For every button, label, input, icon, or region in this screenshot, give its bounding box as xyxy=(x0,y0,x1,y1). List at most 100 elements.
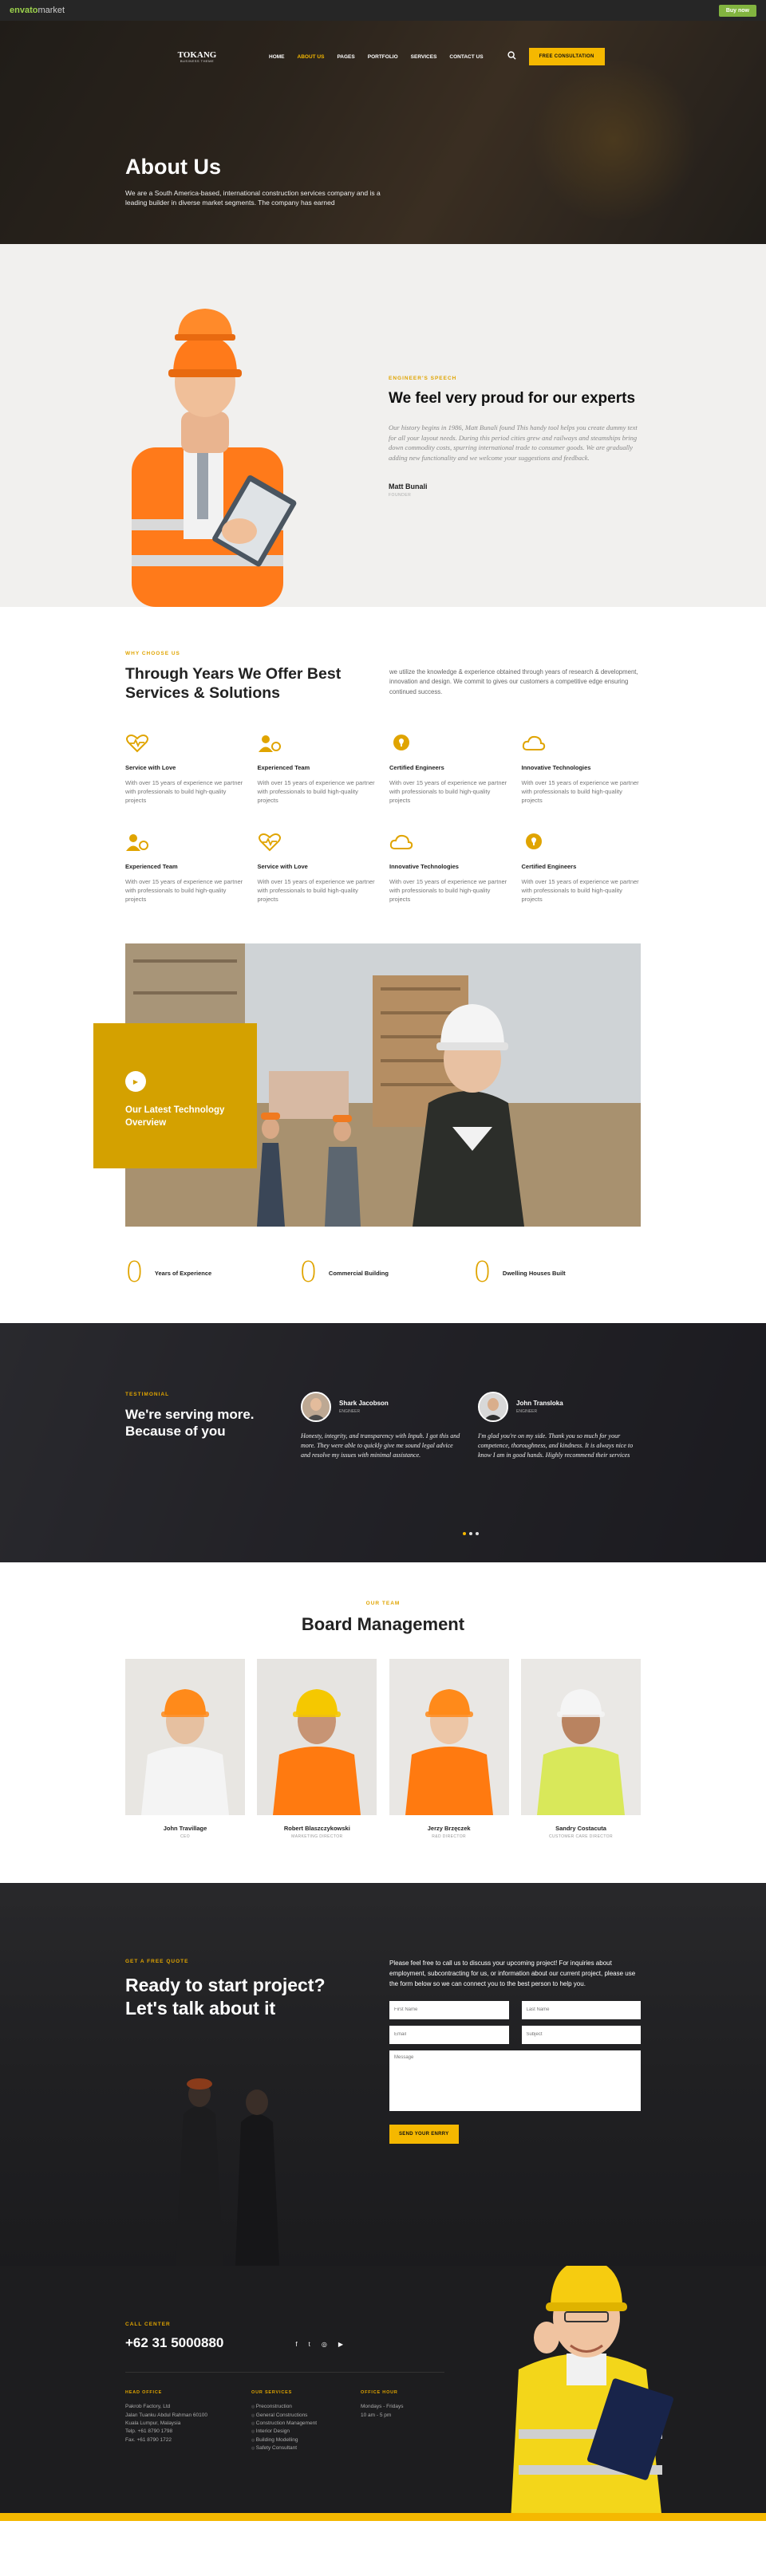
footer-service-link[interactable]: Preconstruction xyxy=(251,2403,317,2411)
counter-value: 0 xyxy=(473,1256,492,1290)
buy-now-button[interactable]: Buy now xyxy=(718,4,756,17)
instagram-icon[interactable]: ◎ xyxy=(322,2341,327,2348)
testimonial-card: John Transloka ENGINEER I'm glad you're … xyxy=(478,1392,638,1460)
team-member[interactable]: Sandry Costacuta CUSTOMER CARE DIRECTOR xyxy=(520,1659,641,1839)
counter-label: Dwelling Houses Built xyxy=(502,1269,566,1277)
address-line: Jalan Tuanku Abdul Rahman 60100 xyxy=(125,2412,207,2418)
free-consultation-button[interactable]: FREE CONSULTATION xyxy=(528,48,605,65)
service-title[interactable]: Experienced Team xyxy=(258,764,377,771)
team-member-photo xyxy=(389,1659,509,1816)
office-days: Mondays - Fridays xyxy=(361,2404,404,2410)
carousel-dot[interactable] xyxy=(463,1532,466,1536)
twitter-icon[interactable]: t xyxy=(309,2341,310,2348)
heart-pulse-icon xyxy=(258,833,282,852)
site-logo[interactable]: TOKANG BUSINESS THEME xyxy=(125,50,269,63)
carousel-dot[interactable] xyxy=(476,1532,479,1536)
quote-intro: Please feel free to call us to discuss y… xyxy=(389,1960,636,1987)
service-text: With over 15 years of experience we part… xyxy=(389,877,507,904)
nav-portfolio[interactable]: PORTFOLIO xyxy=(368,54,398,60)
last-name-field[interactable] xyxy=(521,2000,641,2019)
youtube-icon[interactable]: ▶ xyxy=(338,2341,343,2348)
service-text: With over 15 years of experience we part… xyxy=(521,778,639,805)
counter-value: 0 xyxy=(125,1256,144,1290)
footer-service-link[interactable]: General Constructions xyxy=(251,2412,317,2420)
footer-service-link[interactable]: Interior Design xyxy=(251,2428,317,2436)
team-member[interactable]: Robert Blaszczykowski MARKETING DIRECTOR xyxy=(257,1659,377,1839)
service-item: Certified Engineers With over 15 years of… xyxy=(389,734,509,805)
quote-section: GET A FREE QUOTE Ready to start project?… xyxy=(0,1883,766,2267)
quote-title: Ready to start project? Let's talk about… xyxy=(125,1975,326,2019)
engineer-speech-section: ENGINEER'S SPEECH We feel very proud for… xyxy=(0,244,766,607)
call-center-label: CALL CENTER xyxy=(125,2322,171,2328)
subject-field[interactable] xyxy=(521,2025,641,2044)
service-item: Innovative Technologies With over 15 year… xyxy=(389,833,509,904)
video-card: ▶ Our Latest Technology Overview xyxy=(93,1023,257,1169)
service-title[interactable]: Service with Love xyxy=(258,863,377,870)
phone-number[interactable]: +62 31 5000880 xyxy=(125,2335,223,2351)
counter-commercial: 0 Commercial Building xyxy=(299,1258,467,1287)
footer-service-link[interactable]: Safety Consultant xyxy=(251,2444,317,2452)
service-text: With over 15 years of experience we part… xyxy=(521,877,639,904)
nav-about-us[interactable]: ABOUT US xyxy=(298,54,325,60)
service-title[interactable]: Innovative Technologies xyxy=(389,863,509,870)
services-grid: Service with Love With over 15 years of e… xyxy=(125,734,641,904)
testimonial-list: Shark Jacobson ENGINEER Honesty, integri… xyxy=(301,1392,638,1460)
service-item: Service with Love With over 15 years of e… xyxy=(258,833,377,904)
team-member-photo xyxy=(520,1659,641,1816)
quote-form: Please feel free to call us to discuss y… xyxy=(389,1959,641,2144)
service-title[interactable]: Certified Engineers xyxy=(522,863,642,870)
counter-years: 0 Years of Experience xyxy=(125,1258,293,1287)
footer-service-link[interactable]: Building Modelling xyxy=(251,2436,317,2444)
service-title[interactable]: Certified Engineers xyxy=(389,764,509,771)
team-member[interactable]: John Travillage CEO xyxy=(125,1659,245,1839)
hero-text: We are a South America-based, internatio… xyxy=(125,189,381,207)
counter-dwelling: 0 Dwelling Houses Built xyxy=(473,1258,641,1287)
service-title[interactable]: Service with Love xyxy=(125,764,245,771)
nav-pages[interactable]: PAGES xyxy=(337,54,354,60)
service-text: With over 15 years of experience we part… xyxy=(257,877,375,904)
service-text: With over 15 years of experience we part… xyxy=(125,877,243,904)
carousel-dot[interactable] xyxy=(469,1532,472,1536)
speech-text: ENGINEER'S SPEECH We feel very proud for… xyxy=(389,376,644,498)
nav-contact-us[interactable]: CONTACT US xyxy=(449,54,483,60)
service-text: With over 15 years of experience we part… xyxy=(257,778,375,805)
lightbulb-icon xyxy=(522,833,546,852)
service-title[interactable]: Innovative Technologies xyxy=(522,764,642,771)
first-name-field[interactable] xyxy=(389,2000,509,2019)
services-intro: we utilize the knowledge & experience ob… xyxy=(389,668,638,695)
search-icon[interactable] xyxy=(507,51,516,62)
cloud-icon xyxy=(522,734,546,753)
counter-value: 0 xyxy=(299,1256,318,1290)
play-icon[interactable]: ▶ xyxy=(125,1071,146,1093)
address-line: Fax. +61 8790 1722 xyxy=(125,2436,172,2443)
nav-services[interactable]: SERVICES xyxy=(411,54,437,60)
head-office-address: Pakrob Factory, Ltd Jalan Tuanku Abdul R… xyxy=(125,2403,207,2444)
nav-home[interactable]: HOME xyxy=(269,54,285,60)
head-office-title: HEAD OFFICE xyxy=(125,2390,163,2396)
cloud-icon xyxy=(389,833,413,852)
facebook-icon[interactable]: f xyxy=(295,2341,297,2348)
team-member[interactable]: Jerzy Brzęczek R&D DIRECTOR xyxy=(389,1659,509,1839)
message-field[interactable] xyxy=(389,2050,641,2111)
service-item: Service with Love With over 15 years of e… xyxy=(125,734,245,805)
team-icon xyxy=(125,833,149,852)
brand-tagline: BUSINESS THEME xyxy=(180,58,215,63)
service-item: Innovative Technologies With over 15 year… xyxy=(522,734,642,805)
speech-author-role: FOUNDER xyxy=(389,492,412,498)
envato-logo-sub: market xyxy=(38,6,65,15)
services-title: Through Years We Offer Best Services & S… xyxy=(125,665,342,703)
testimonial-name: John Transloka xyxy=(516,1400,563,1408)
email-field[interactable] xyxy=(389,2025,509,2044)
service-title[interactable]: Experienced Team xyxy=(125,863,245,870)
service-item: Certified Engineers With over 15 years of… xyxy=(522,833,642,904)
testimonial-section: TESTIMONIAL We're serving more. Because … xyxy=(0,1323,766,1563)
send-button[interactable]: SEND YOUR ENRRY xyxy=(389,2124,459,2144)
envato-logo[interactable]: envatomarket xyxy=(10,6,65,15)
service-text: With over 15 years of experience we part… xyxy=(389,778,507,805)
speech-title: We feel very proud for our experts xyxy=(389,390,636,407)
footer-service-link[interactable]: Construction Management xyxy=(251,2420,317,2428)
testimonial-role: ENGINEER xyxy=(339,1409,361,1415)
team-member-role: MARKETING DIRECTOR xyxy=(291,1834,343,1840)
services-column-title: OUR SERVICES xyxy=(251,2390,293,2396)
footer: CALL CENTER +62 31 5000880 f t ◎ ▶ HEAD … xyxy=(0,2266,766,2522)
